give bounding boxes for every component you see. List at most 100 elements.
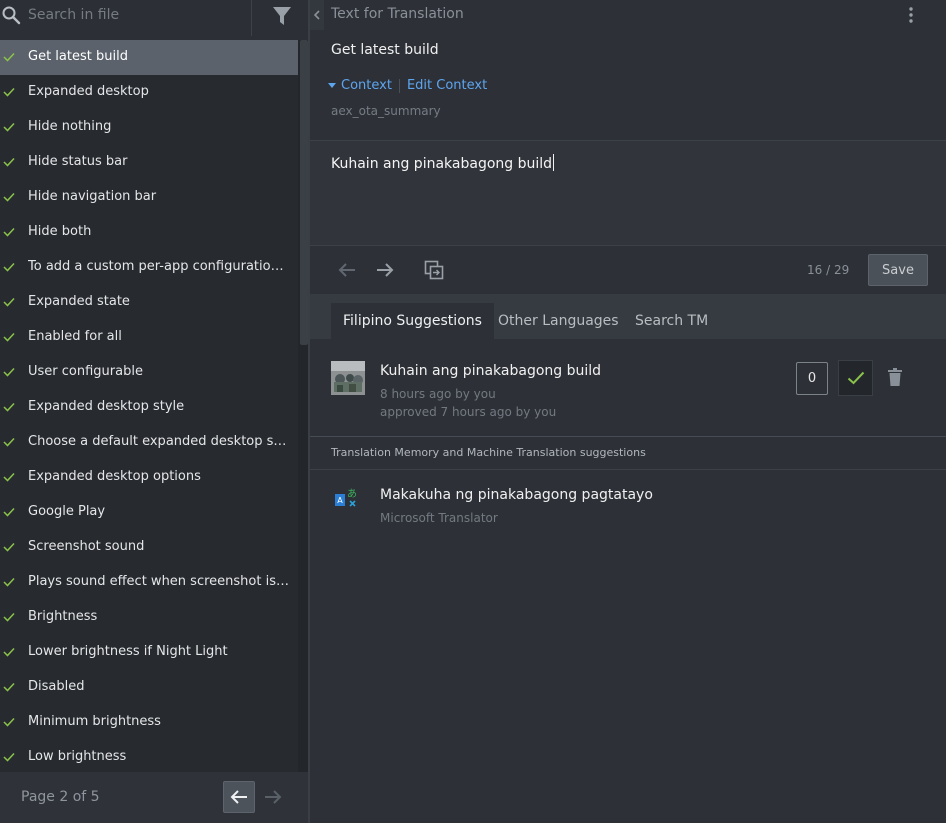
caret-down-icon [328, 82, 336, 88]
check-icon [3, 682, 15, 692]
search-input[interactable] [28, 4, 248, 26]
entity-list-item[interactable]: Lower brightness if Night Light [0, 635, 298, 670]
tab-filipino-suggestions[interactable]: Filipino Suggestions [331, 303, 494, 339]
edit-context-link[interactable]: Edit Context [407, 78, 487, 93]
suggestion-timestamp: 8 hours ago by you [380, 387, 496, 401]
sidebar: Get latest build Expanded desktop Hide not… [0, 0, 310, 823]
trash-icon [888, 368, 902, 386]
entity-list: Get latest build Expanded desktop Hide not… [0, 40, 298, 772]
page-label: Page 2 of 5 [21, 789, 100, 805]
check-icon [3, 332, 15, 342]
check-icon [3, 507, 15, 517]
tab-search-tm[interactable]: Search TM [623, 303, 720, 339]
check-icon [3, 52, 15, 62]
avatar [331, 361, 365, 395]
check-icon [3, 402, 15, 412]
copy-source-button[interactable] [422, 259, 446, 281]
entity-label: Choose a default expanded desktop style [28, 434, 290, 449]
tab-label: Other Languages [498, 313, 619, 329]
scrollbar-thumb[interactable] [300, 40, 308, 345]
entity-list-item[interactable]: Expanded desktop [0, 75, 298, 110]
entity-list-item[interactable]: Google Play [0, 495, 298, 530]
entity-label: Low brightness [28, 749, 127, 764]
filter-icon [273, 7, 291, 25]
kebab-menu-icon [909, 7, 913, 23]
check-icon [3, 87, 15, 97]
entity-label: Minimum brightness [28, 714, 161, 729]
entity-list-item[interactable]: Low brightness [0, 740, 298, 772]
entity-list-item[interactable]: Expanded state [0, 285, 298, 320]
tab-other-languages[interactable]: Other Languages [486, 303, 631, 339]
entity-list-item[interactable]: Minimum brightness [0, 705, 298, 740]
tab-label: Filipino Suggestions [343, 313, 482, 329]
tm-section-header: Translation Memory and Machine Translati… [310, 437, 946, 470]
editor-toolbar: 16 / 29 Save [310, 246, 946, 294]
entity-list-item[interactable]: Brightness [0, 600, 298, 635]
entity-label: Expanded desktop options [28, 469, 201, 484]
copy-icon [424, 260, 444, 280]
user-avatar-image [331, 361, 365, 395]
mt-suggestion-text: Makakuha ng pinakabagong pagtatayo [380, 487, 653, 503]
entity-list-item[interactable]: To add a custom per-app configuration f.… [0, 250, 298, 285]
check-icon [3, 227, 15, 237]
entity-list-item[interactable]: User configurable [0, 355, 298, 390]
delete-button[interactable] [885, 366, 905, 388]
check-icon [3, 577, 15, 587]
entity-label: Google Play [28, 504, 106, 519]
check-icon [847, 371, 864, 385]
entity-list-item[interactable]: Expanded desktop style [0, 390, 298, 425]
save-button[interactable]: Save [868, 254, 928, 286]
entity-list-item[interactable]: Hide navigation bar [0, 180, 298, 215]
entity-label: User configurable [28, 364, 143, 379]
entity-list-item[interactable]: Hide both [0, 215, 298, 250]
entity-label: Hide both [28, 224, 92, 239]
more-menu-button[interactable] [900, 4, 922, 26]
next-page-button[interactable] [258, 781, 288, 813]
entity-label: Expanded desktop [28, 84, 149, 99]
check-icon [3, 262, 15, 272]
translation-app: Get latest build Expanded desktop Hide not… [0, 0, 946, 823]
arrow-left-icon [230, 790, 247, 804]
vote-count: 0 [796, 362, 828, 395]
text-caret [553, 154, 555, 171]
check-icon [3, 472, 15, 482]
entity-label: Hide nothing [28, 119, 112, 134]
svg-text:A: A [337, 496, 343, 505]
previous-string-button[interactable] [335, 259, 359, 281]
suggestion-tabs: Filipino Suggestions Other Languages Sea… [310, 294, 946, 339]
mt-source-label: Microsoft Translator [380, 511, 498, 525]
machine-translation-item[interactable]: A あ Makakuha ng pinakabagong pagtatayo M… [310, 470, 946, 540]
translation-editor[interactable]: Kuhain ang pinakabagong build [310, 141, 946, 245]
entity-list-item[interactable]: Enabled for all [0, 320, 298, 355]
approve-button[interactable] [838, 360, 873, 396]
filter-button[interactable] [262, 0, 302, 32]
entity-label: Disabled [28, 679, 85, 694]
translation-value: Kuhain ang pinakabagong build [331, 156, 553, 172]
entity-label: Enabled for all [28, 329, 122, 344]
entity-label: Hide status bar [28, 154, 128, 169]
entity-list-item[interactable]: Hide nothing [0, 110, 298, 145]
arrow-left-icon [338, 263, 355, 277]
collapse-sidebar-button[interactable] [310, 0, 324, 30]
entity-list-item[interactable]: Get latest build [0, 40, 298, 75]
check-icon [3, 157, 15, 167]
entity-list-item[interactable]: Disabled [0, 670, 298, 705]
entity-label: Expanded state [28, 294, 130, 309]
source-header: Text for Translation [331, 6, 464, 22]
check-icon [3, 437, 15, 447]
source-string: Get latest build [331, 42, 439, 58]
prev-page-button[interactable] [223, 781, 255, 813]
entity-list-item[interactable]: Expanded desktop options [0, 460, 298, 495]
next-string-button[interactable] [373, 259, 397, 281]
context-toggle[interactable]: Context [327, 78, 392, 93]
entity-list-item[interactable]: Choose a default expanded desktop style [0, 425, 298, 460]
entity-list-item[interactable]: Screenshot sound [0, 530, 298, 565]
check-icon [3, 122, 15, 132]
check-icon [3, 717, 15, 727]
check-icon [3, 297, 15, 307]
entity-list-item[interactable]: Plays sound effect when screenshot is ta… [0, 565, 298, 600]
entity-label: To add a custom per-app configuration f.… [28, 259, 290, 274]
entity-list-item[interactable]: Hide status bar [0, 145, 298, 180]
translation-text[interactable]: Kuhain ang pinakabagong build [331, 154, 555, 172]
string-counter: 16 / 29 [807, 263, 850, 277]
